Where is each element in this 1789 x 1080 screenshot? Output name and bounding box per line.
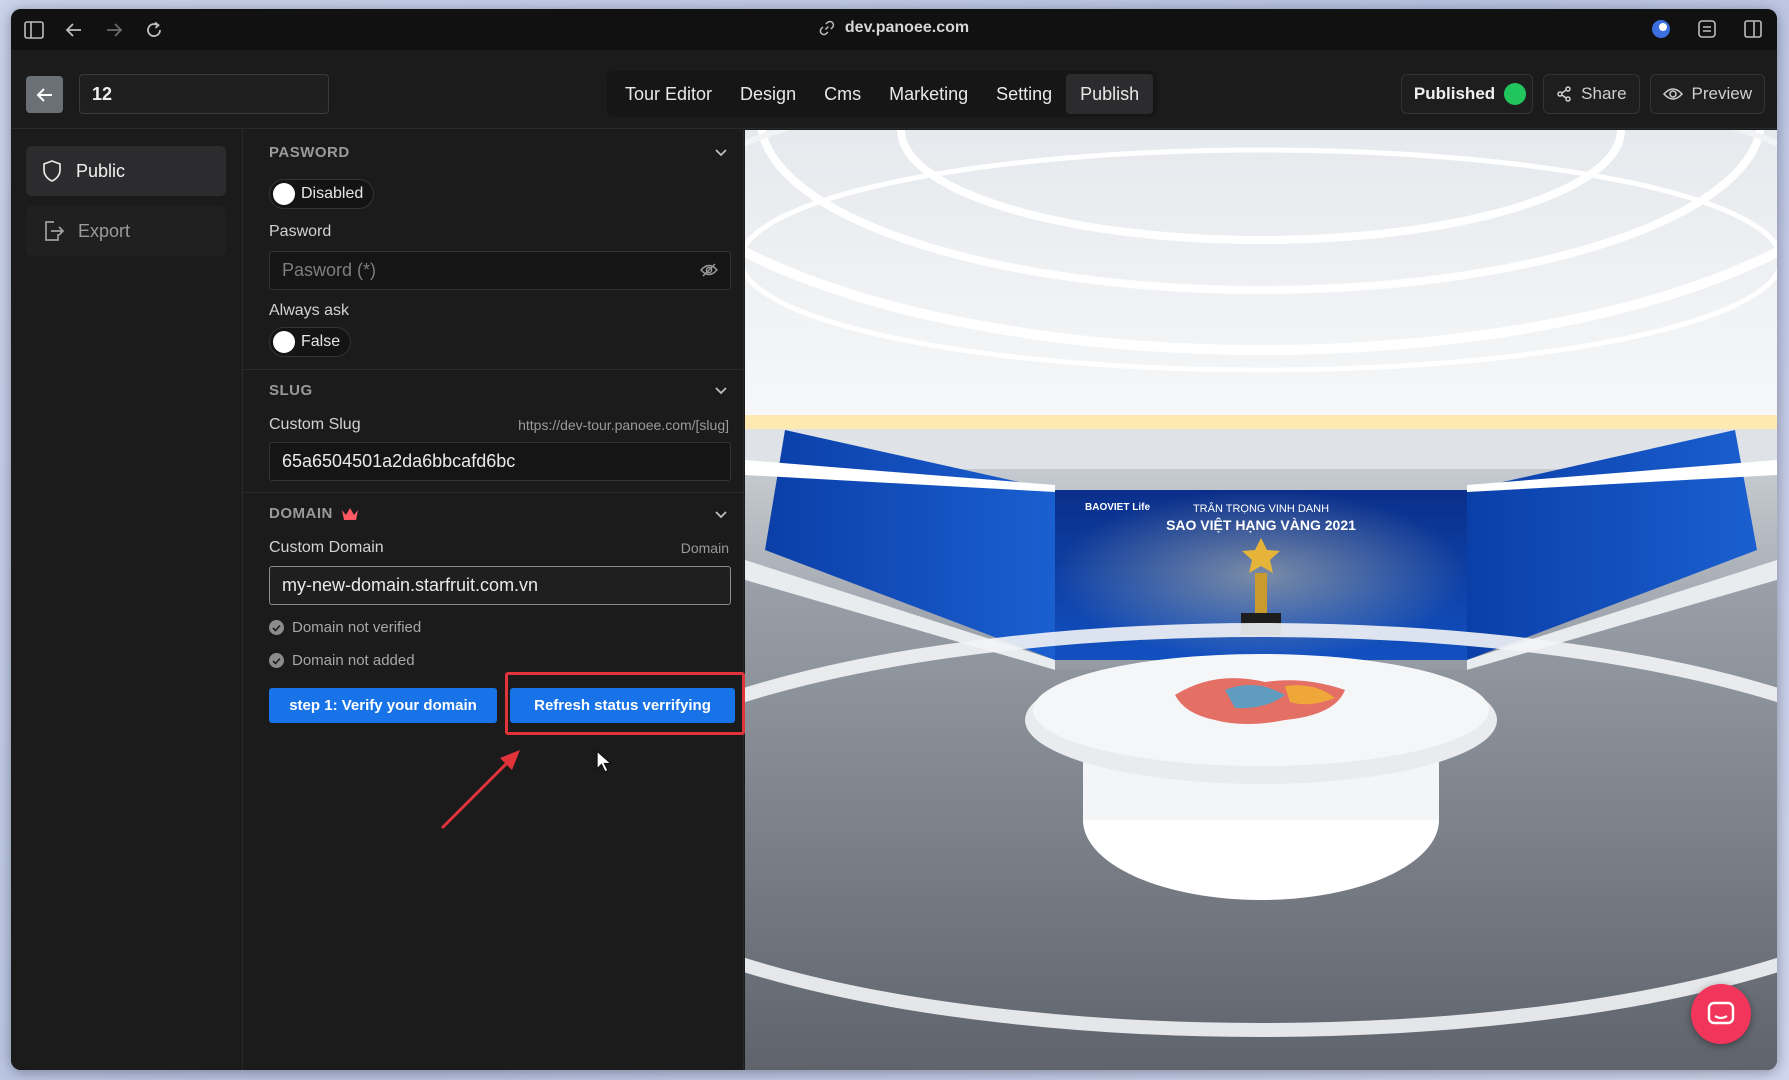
chevron-down-icon[interactable]: [713, 383, 729, 399]
toggle-knob: [273, 331, 295, 353]
domain-section-title: DOMAIN: [269, 505, 359, 522]
status-text: Domain not added: [292, 652, 415, 669]
section-title-text: DOMAIN: [269, 505, 333, 522]
tour-name-input[interactable]: 12: [79, 74, 329, 114]
back-button[interactable]: [26, 76, 63, 113]
chat-icon: [1707, 1001, 1735, 1025]
published-label: Published: [1413, 84, 1496, 103]
password-section-title: PASWORD: [269, 144, 350, 161]
tab-cms[interactable]: Cms: [810, 74, 875, 114]
sidebar-item-public[interactable]: Public: [26, 146, 226, 196]
password-input[interactable]: Pasword (*): [269, 251, 731, 290]
status-text: Domain not verified: [292, 619, 422, 636]
custom-domain-label: Custom Domain: [269, 539, 384, 556]
chat-support-button[interactable]: [1691, 984, 1751, 1044]
publish-sidebar: Public Export: [11, 130, 243, 1070]
verify-domain-button[interactable]: step 1: Verify your domain: [269, 688, 497, 723]
banner-line-2: SAO VIỆT HẠNG VÀNG 2021: [1166, 516, 1356, 533]
mouse-cursor-icon: [596, 750, 613, 773]
tour-preview-viewer[interactable]: BAOVIET Life TRÂN TRỌNG VINH DANH SAO VI…: [745, 130, 1777, 1070]
sidebar-item-label: Export: [78, 220, 131, 241]
sidebar-toggle-icon[interactable]: [21, 17, 47, 43]
section-divider: [244, 492, 743, 493]
shield-icon: [43, 160, 61, 182]
banner-brand: BAOVIET Life: [1085, 502, 1150, 513]
arrow-left-icon: [36, 87, 52, 102]
split-view-icon[interactable]: [1741, 17, 1765, 41]
section-title-text: PASWORD: [269, 144, 350, 161]
share-button[interactable]: Share: [1543, 74, 1640, 114]
tab-tour-editor[interactable]: Tour Editor: [611, 74, 726, 114]
export-icon: [45, 221, 64, 241]
forward-arrow-icon[interactable]: [101, 17, 127, 43]
reader-icon[interactable]: [1695, 17, 1719, 41]
share-label: Share: [1581, 84, 1627, 103]
password-label: Pasword: [269, 223, 332, 240]
password-enabled-toggle[interactable]: Disabled: [269, 179, 375, 209]
custom-slug-input[interactable]: 65a6504501a2da6bbcafd6bc: [269, 442, 731, 481]
toggle-knob: [273, 183, 295, 205]
slug-section-title: SLUG: [269, 382, 313, 399]
url-text: dev.panoee.com: [844, 19, 970, 36]
slug-url-hint: https://dev-tour.panoee.com/[slug]: [518, 417, 729, 433]
section-divider: [244, 369, 743, 370]
banner-line-1: TRÂN TRỌNG VINH DANH: [1193, 502, 1329, 515]
app-header: 12 Tour Editor Design Cms Marketing Sett…: [11, 50, 1777, 129]
domain-added-status: Domain not added: [269, 652, 415, 669]
sidebar-item-export[interactable]: Export: [26, 206, 226, 256]
reload-icon[interactable]: [141, 17, 167, 43]
check-circle-icon: [269, 653, 284, 668]
published-toggle[interactable]: Published: [1400, 74, 1534, 114]
tab-publish[interactable]: Publish: [1066, 74, 1154, 114]
preview-button[interactable]: Preview: [1649, 74, 1765, 114]
chevron-down-icon[interactable]: [713, 145, 729, 161]
publish-settings-panel: PASWORD Disabled Pasword Pasword (*) Alw…: [244, 130, 744, 1070]
extension-icon[interactable]: [1649, 17, 1673, 41]
tab-setting[interactable]: Setting: [982, 74, 1066, 114]
chevron-down-icon[interactable]: [713, 507, 729, 523]
preview-label: Preview: [1691, 84, 1752, 103]
always-ask-toggle[interactable]: False: [269, 327, 352, 357]
eye-slash-icon[interactable]: [700, 261, 718, 279]
eye-icon: [1662, 88, 1683, 100]
annotation-arrow-icon: [440, 750, 520, 830]
tab-marketing[interactable]: Marketing: [875, 74, 982, 114]
sidebar-item-label: Public: [76, 160, 126, 181]
share-icon: [1557, 86, 1571, 102]
crown-icon: [341, 507, 358, 520]
address-bar[interactable]: dev.panoee.com: [819, 19, 969, 37]
section-title-text: SLUG: [269, 382, 313, 399]
custom-slug-label: Custom Slug: [269, 416, 361, 433]
toggle-label: Disabled: [301, 185, 364, 202]
domain-verified-status: Domain not verified: [269, 619, 421, 636]
custom-domain-input[interactable]: my-new-domain.starfruit.com.vn: [269, 566, 731, 605]
annotation-highlight-box: [505, 672, 745, 735]
back-arrow-icon[interactable]: [61, 17, 87, 43]
check-circle-icon: [269, 620, 284, 635]
password-placeholder: Pasword (*): [282, 260, 377, 280]
main-tabs: Tour Editor Design Cms Marketing Setting…: [607, 71, 1158, 117]
browser-window: dev.panoee.com 12 Tour Editor Design Cms…: [11, 9, 1777, 1070]
link-icon: [819, 20, 835, 36]
domain-hint: Domain: [680, 540, 729, 556]
tab-design[interactable]: Design: [726, 74, 810, 114]
toggle-label: False: [301, 333, 341, 350]
always-ask-label: Always ask: [269, 302, 350, 319]
browser-toolbar: dev.panoee.com: [11, 9, 1777, 50]
published-status-dot: [1504, 83, 1527, 105]
showroom-scene: BAOVIET Life TRÂN TRỌNG VINH DANH SAO VI…: [745, 130, 1777, 1070]
